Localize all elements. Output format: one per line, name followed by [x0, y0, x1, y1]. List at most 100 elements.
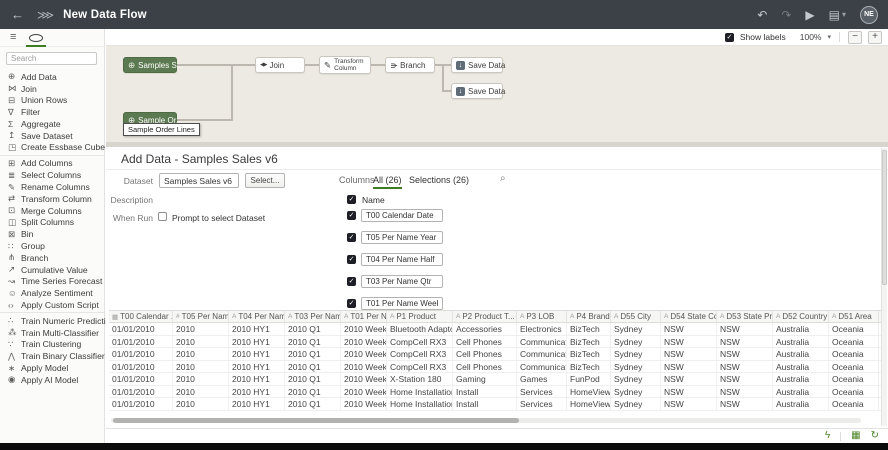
sidebar-step-item[interactable]: ⋔ Branch	[0, 252, 104, 264]
sidebar-step-item[interactable]: ∵ Train Clustering	[0, 339, 104, 351]
select-all-checkbox[interactable]: ✓	[347, 195, 356, 204]
step-label: Aggregate	[21, 119, 61, 129]
field-checkbox[interactable]: ✓	[347, 233, 356, 242]
sidebar-step-item[interactable]: ◫ Split Columns	[0, 217, 104, 229]
zoom-level-value[interactable]: 100%	[800, 32, 822, 42]
search-input[interactable]	[6, 52, 97, 65]
node-transform-column[interactable]: ✎ Transform Column	[319, 56, 371, 74]
table-column-header[interactable]: A P2 Product T...	[453, 311, 517, 322]
undo-icon[interactable]: ↶	[757, 8, 767, 22]
sidebar-step-item[interactable]: ⇄ Transform Column	[0, 193, 104, 205]
table-column-header[interactable]: A D51 Area	[829, 311, 879, 322]
dataset-name-input[interactable]	[159, 173, 239, 188]
zoom-out-button[interactable]: −	[848, 31, 862, 44]
refresh-icon[interactable]: ↻	[871, 431, 879, 441]
table-column-header[interactable]: A D52 Country ...	[773, 311, 829, 322]
sidebar-step-item[interactable]: ✎ Rename Columns	[0, 181, 104, 193]
select-dataset-button[interactable]: Select...	[245, 173, 285, 188]
cell: Oceania	[829, 361, 879, 373]
field-name-input[interactable]	[361, 253, 443, 266]
panel-vertical-scrollbar[interactable]	[881, 148, 887, 426]
data-preview-icon[interactable]: ▦	[851, 431, 860, 441]
show-labels-checkbox[interactable]: ✓	[725, 33, 734, 42]
field-checkbox[interactable]: ✓	[347, 211, 356, 220]
sidebar-step-item[interactable]: ‹› Apply Custom Script	[0, 299, 104, 313]
column-type-icon: A	[344, 313, 348, 320]
save-menu-button[interactable]: ▤ ▾	[829, 8, 846, 22]
table-column-header[interactable]: A T04 Per Nam...	[229, 311, 285, 322]
search-columns-icon[interactable]: ⌕	[500, 173, 506, 184]
zoom-in-button[interactable]: +	[868, 31, 882, 44]
table-horizontal-scrollbar[interactable]	[111, 418, 861, 423]
scrollbar-thumb[interactable]	[113, 418, 519, 423]
field-name-input[interactable]	[361, 275, 443, 288]
sidebar-step-item[interactable]: ⊡ Merge Columns	[0, 205, 104, 217]
sidebar-step-item[interactable]: ◉ Apply AI Model	[0, 374, 104, 386]
sidebar-step-item[interactable]: Σ Aggregate	[0, 118, 104, 130]
sidebar-step-item[interactable]: ⋀ Train Binary Classifier	[0, 350, 104, 362]
data-panel-icon[interactable]: ≡	[10, 31, 16, 43]
node-samples-sales[interactable]: ⊕ Samples S...	[123, 57, 177, 73]
table-row[interactable]: 01/01/2010 2010 2010 HY1 2010 Q1 2010 We…	[109, 323, 881, 336]
sidebar-step-item[interactable]: ↗ Cumulative Value	[0, 264, 104, 276]
node-save-data-1[interactable]: ↓ Save Data	[451, 57, 503, 73]
tab-selections[interactable]: Selections (26)	[409, 175, 469, 185]
user-avatar[interactable]: NE	[860, 6, 878, 24]
run-dataflow-icon[interactable]: ▶	[805, 8, 814, 22]
sidebar-step-item[interactable]: ∗ Apply Model	[0, 362, 104, 374]
table-column-header[interactable]: A P1 Product	[387, 311, 453, 322]
table-column-header[interactable]: A D55 City	[611, 311, 661, 322]
field-checkbox[interactable]: ✓	[347, 277, 356, 286]
sidebar-step-item[interactable]: ↝ Time Series Forecast	[0, 276, 104, 288]
sidebar-step-item[interactable]: ⊞ Add Columns	[0, 158, 104, 170]
sidebar-step-item[interactable]: ☺ Analyze Sentiment	[0, 287, 104, 299]
table-column-header[interactable]: A D54 State Code	[661, 311, 717, 322]
sidebar-step-item[interactable]: ⊕ Add Data	[0, 71, 104, 83]
back-icon[interactable]: ←	[11, 7, 24, 22]
table-column-header[interactable]: A P3 LOB	[517, 311, 567, 322]
table-row[interactable]: 01/01/2010 2010 2010 HY1 2010 Q1 2010 We…	[109, 348, 881, 361]
node-join[interactable]: ◀▶ Join	[255, 57, 305, 73]
table-row[interactable]: 01/01/2010 2010 2010 HY1 2010 Q1 2010 We…	[109, 398, 881, 411]
sidebar-step-item[interactable]: ∇ Filter	[0, 106, 104, 118]
zoom-caret-icon[interactable]: ▾	[827, 33, 831, 41]
sidebar-step-item[interactable]: ⊠ Bin	[0, 228, 104, 240]
table-column-header[interactable]: A D53 State Pr...	[717, 311, 773, 322]
table-row[interactable]: 01/01/2010 2010 2010 HY1 2010 Q1 2010 We…	[109, 361, 881, 374]
table-column-header[interactable]: A P4 Brand	[567, 311, 611, 322]
cell: 2010 HY1	[229, 398, 285, 410]
sidebar-panel-tabs: ≡	[0, 29, 104, 47]
sidebar-step-item[interactable]: ⋈ Join	[0, 83, 104, 95]
sidebar-step-item[interactable]: ∷ Group	[0, 240, 104, 252]
sidebar-step-item[interactable]: ↥ Save Dataset	[0, 130, 104, 142]
field-checkbox[interactable]: ✓	[347, 299, 356, 308]
node-save-data-2[interactable]: ↓ Save Data	[451, 83, 503, 99]
table-row[interactable]: 01/01/2010 2010 2010 HY1 2010 Q1 2010 We…	[109, 386, 881, 399]
table-row[interactable]: 01/01/2010 2010 2010 HY1 2010 Q1 2010 We…	[109, 336, 881, 349]
cell: 2010 Week 01	[341, 361, 387, 373]
table-column-header[interactable]: A T01 Per Nam...	[341, 311, 387, 322]
field-name-input[interactable]	[361, 297, 443, 310]
scrollbar-thumb[interactable]	[882, 150, 887, 285]
field-name-input[interactable]	[361, 209, 443, 222]
dataflow-logo-icon: ⋙	[37, 8, 54, 22]
auto-apply-icon[interactable]: ϟ	[825, 431, 830, 441]
prompt-dataset-checkbox[interactable]	[158, 212, 167, 221]
field-checkbox[interactable]: ✓	[347, 255, 356, 264]
sidebar-step-item[interactable]: ∴ Train Numeric Prediction	[0, 315, 104, 327]
sidebar-step-item[interactable]: ⁂ Train Multi-Classifier	[0, 327, 104, 339]
table-column-header[interactable]: ▦ T00 Calendar ...	[109, 311, 173, 322]
table-column-header[interactable]: # T05 Per Nam...	[173, 311, 229, 322]
sidebar-step-item[interactable]: ◳ Create Essbase Cube	[0, 142, 104, 156]
node-branch[interactable]: ⋔ Branch	[385, 57, 435, 73]
redo-icon[interactable]: ↷	[781, 8, 791, 22]
flow-steps-panel-icon[interactable]	[29, 34, 43, 42]
table-column-header[interactable]: A T03 Per Nam...	[285, 311, 341, 322]
dataflow-canvas[interactable]: ⊕ Samples S... ◀▶ Join ✎ Transform Colum…	[106, 46, 888, 147]
field-name-input[interactable]	[361, 231, 443, 244]
table-row[interactable]: 01/01/2010 2010 2010 HY1 2010 Q1 2010 We…	[109, 373, 881, 386]
cell: NSW	[661, 323, 717, 335]
tab-all-columns[interactable]: All (26)	[373, 175, 402, 185]
sidebar-step-item[interactable]: ≣ Select Columns	[0, 169, 104, 181]
sidebar-step-item[interactable]: ⊟ Union Rows	[0, 95, 104, 107]
